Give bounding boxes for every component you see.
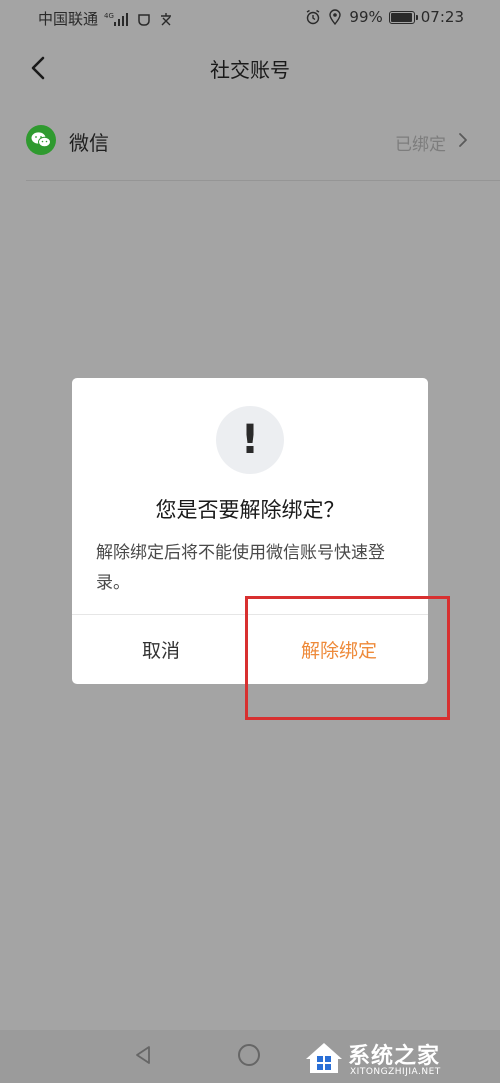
alarm-icon [307, 9, 320, 25]
page-title: 社交账号 [210, 58, 290, 82]
svg-text:4G: 4G [104, 12, 114, 20]
highlight-box [245, 596, 450, 720]
nav-home-icon[interactable] [238, 1044, 260, 1066]
app-notification-icon [138, 13, 150, 26]
account-row-wechat[interactable]: 微信 已绑定 [26, 110, 500, 181]
watermark-subtext: XITONGZHIJIA.NET [350, 1067, 441, 1077]
battery-percent: 99% [349, 8, 383, 26]
dialog-title: 您是否要解除绑定？ [155, 498, 345, 522]
battery-icon [388, 10, 418, 24]
cancel-button[interactable]: 取消 [72, 615, 250, 684]
account-name: 微信 [69, 131, 109, 155]
status-left: 中国联通 4G [38, 8, 174, 29]
text-notification-icon [161, 12, 172, 25]
warning-icon: ! [216, 406, 284, 474]
location-icon [329, 9, 342, 25]
wechat-icon [26, 125, 56, 155]
header: 社交账号 [0, 38, 500, 100]
account-status: 已绑定 [395, 135, 446, 155]
dialog-message: 解除绑定后将不能使用微信账号快速登录。 [96, 543, 385, 593]
status-right: 99% 07:23 [305, 8, 464, 26]
chevron-right-icon [459, 133, 467, 147]
signal-icon: 4G [104, 12, 129, 26]
clock: 07:23 [420, 8, 464, 26]
status-bar: 中国联通 4G 99% 07:23 [0, 0, 500, 36]
watermark: 系统之家 XITONGZHIJIA.NET [304, 1037, 494, 1081]
watermark-logo-icon [306, 1043, 342, 1073]
nav-back-icon[interactable] [132, 1044, 154, 1066]
watermark-text: 系统之家 [348, 1044, 441, 1069]
carrier-label: 中国联通 [38, 10, 99, 28]
